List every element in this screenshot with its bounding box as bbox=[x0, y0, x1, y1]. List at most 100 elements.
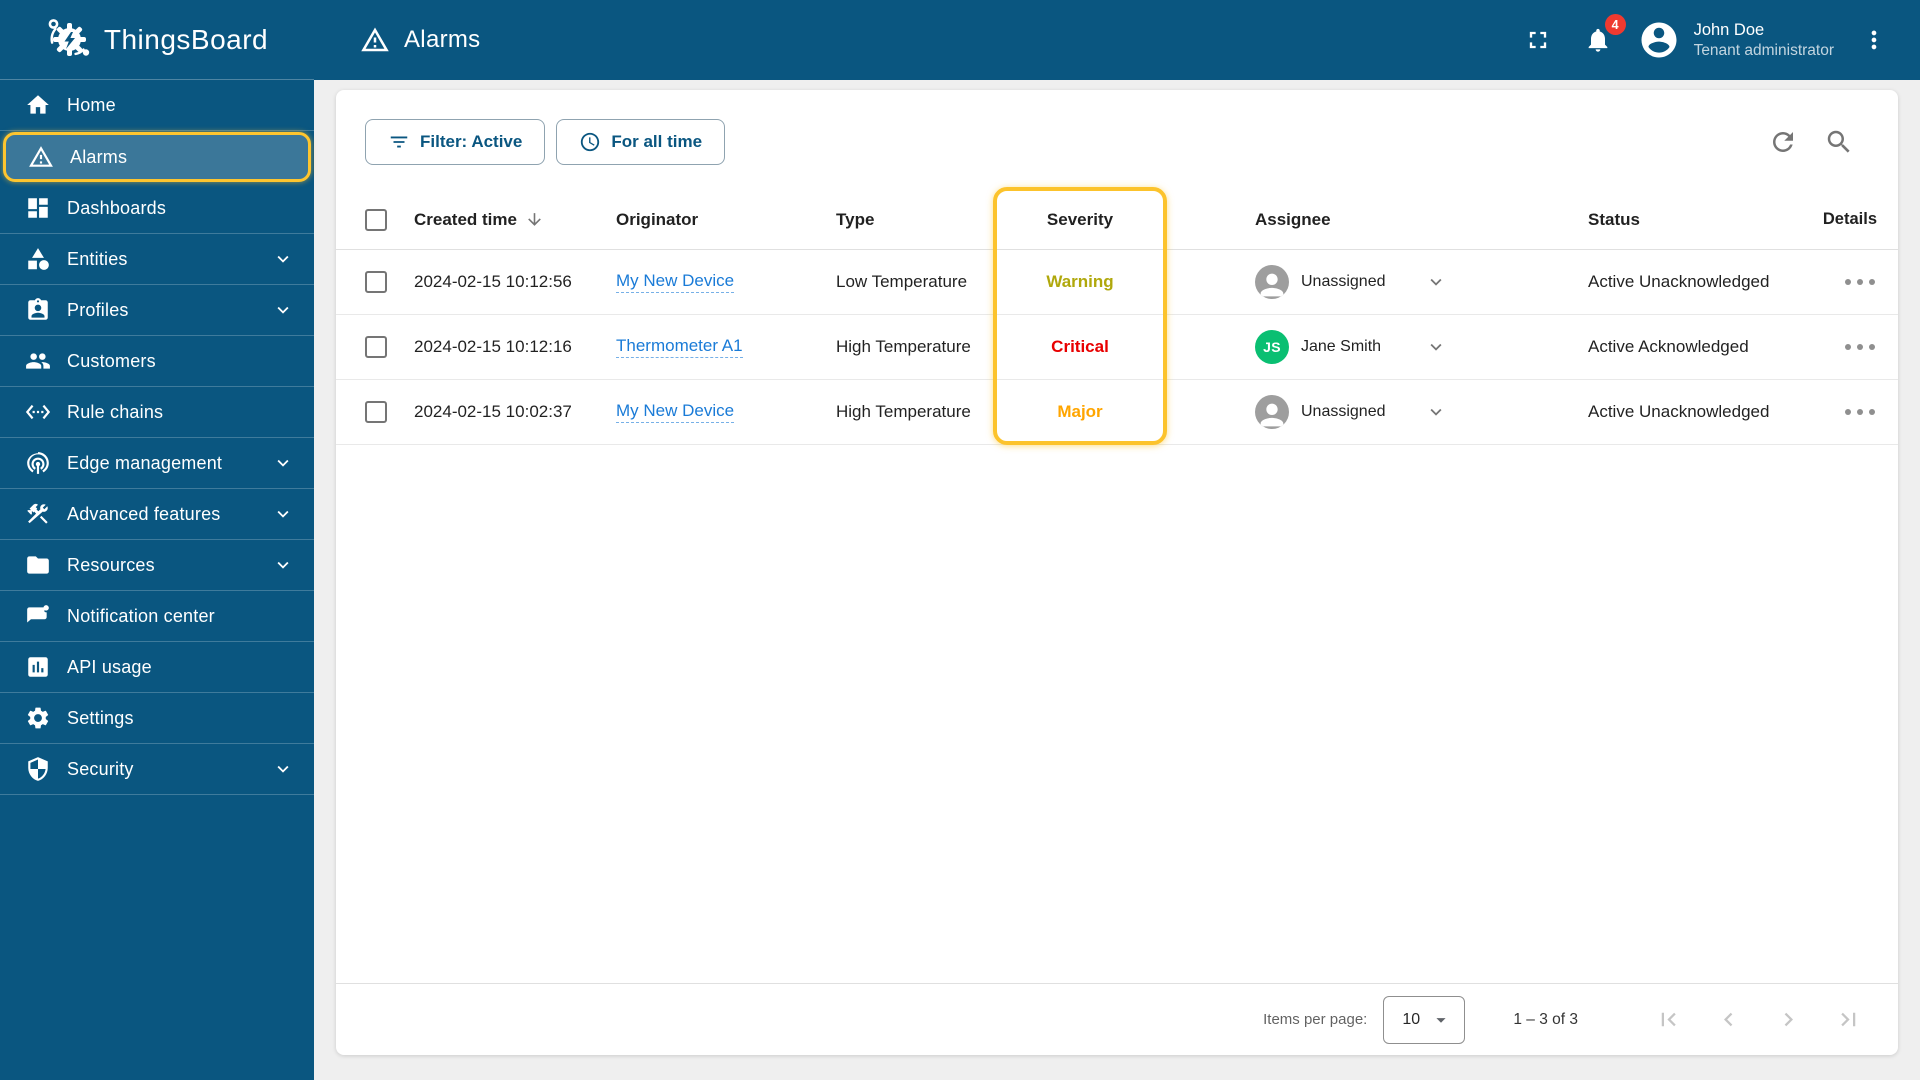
alarm-status: Active Acknowledged bbox=[1588, 337, 1749, 356]
assignee-name: Unassigned bbox=[1301, 273, 1386, 290]
rule-chains-icon bbox=[25, 404, 51, 420]
table-row: 2024-02-15 10:12:16 Thermometer A1 High … bbox=[336, 315, 1898, 380]
first-page-icon bbox=[1661, 1012, 1676, 1027]
thingsboard-app: ThingsBoard Home Alarms Dashboards Entit… bbox=[0, 0, 1920, 1080]
alarm-status: Active Unacknowledged bbox=[1588, 272, 1770, 291]
assignee-avatar: JS bbox=[1255, 330, 1289, 364]
more-menu-button[interactable] bbox=[1854, 20, 1894, 60]
alarm-type: High Temperature bbox=[836, 402, 971, 421]
assignee-avatar bbox=[1255, 395, 1289, 429]
fullscreen-icon bbox=[1529, 31, 1546, 49]
sidebar-item-profiles[interactable]: Profiles bbox=[0, 285, 314, 336]
next-page-button[interactable] bbox=[1766, 998, 1810, 1042]
alarms-table: Created time Originator Type Severity As… bbox=[336, 187, 1898, 445]
filter-button-label: Filter: Active bbox=[420, 132, 523, 151]
person-icon bbox=[1260, 273, 1284, 297]
sidebar-item-resources[interactable]: Resources bbox=[0, 540, 314, 591]
chevron-left-icon bbox=[1723, 1012, 1732, 1027]
alarms-card: Filter: Active For all time Created time… bbox=[336, 90, 1898, 1055]
row-actions-button[interactable] bbox=[1843, 338, 1877, 356]
profiles-icon bbox=[28, 298, 48, 320]
paginator: Items per page: 10 1 – 3 of 3 bbox=[336, 983, 1898, 1055]
table-row: 2024-02-15 10:12:56 My New Device Low Te… bbox=[336, 250, 1898, 315]
originator-link[interactable]: My New Device bbox=[616, 401, 735, 423]
sidebar-item-api-usage[interactable]: API usage bbox=[0, 642, 314, 693]
chevron-down-icon bbox=[277, 255, 289, 263]
chevron-down-icon bbox=[277, 765, 289, 773]
sidebar-item-dashboards[interactable]: Dashboards bbox=[0, 183, 314, 234]
assignee-name: Unassigned bbox=[1301, 403, 1386, 420]
alarm-status: Active Unacknowledged bbox=[1588, 402, 1770, 421]
originator-link[interactable]: My New Device bbox=[616, 271, 735, 293]
refresh-button[interactable] bbox=[1768, 127, 1798, 160]
account-circle-icon bbox=[1641, 22, 1677, 58]
last-page-button[interactable] bbox=[1826, 998, 1870, 1042]
column-header-type[interactable]: Type bbox=[836, 210, 993, 230]
search-icon bbox=[1827, 130, 1850, 153]
sort-desc-icon bbox=[528, 213, 541, 226]
previous-page-button[interactable] bbox=[1706, 998, 1750, 1042]
sidebar-item-home[interactable]: Home bbox=[0, 80, 314, 131]
sidebar-item-security[interactable]: Security bbox=[0, 744, 314, 795]
warning-icon bbox=[361, 27, 389, 52]
sidebar-item-customers[interactable]: Customers bbox=[0, 336, 314, 387]
column-header-originator[interactable]: Originator bbox=[616, 210, 836, 230]
row-checkbox[interactable] bbox=[365, 271, 387, 293]
user-name: John Doe bbox=[1693, 21, 1765, 39]
content-area: Filter: Active For all time Created time… bbox=[314, 80, 1920, 1080]
notifications-button[interactable]: 4 bbox=[1578, 14, 1626, 60]
tools-icon bbox=[27, 503, 48, 524]
row-checkbox[interactable] bbox=[365, 336, 387, 358]
chevron-down-icon bbox=[1430, 408, 1442, 416]
assignee-select[interactable]: Unassigned bbox=[1167, 265, 1588, 299]
sidebar-item-rule-chains[interactable]: Rule chains bbox=[0, 387, 314, 438]
dashboards-icon bbox=[28, 198, 48, 218]
sidebar-item-edge-management[interactable]: Edge management bbox=[0, 438, 314, 489]
chevron-down-icon bbox=[277, 459, 289, 467]
last-page-icon bbox=[1840, 1012, 1855, 1027]
originator-link[interactable]: Thermometer A1 bbox=[616, 336, 743, 358]
column-header-assignee[interactable]: Assignee bbox=[1167, 210, 1588, 230]
alarm-severity: Major bbox=[1057, 402, 1103, 421]
assignee-name: Jane Smith bbox=[1301, 338, 1382, 355]
sidebar-item-alarms[interactable]: Alarms bbox=[3, 132, 311, 182]
page-title-group: Alarms bbox=[360, 25, 480, 55]
sidebar-item-notification-center[interactable]: Notification center bbox=[0, 591, 314, 642]
assignee-select[interactable]: Unassigned bbox=[1167, 395, 1588, 429]
customers-icon bbox=[26, 353, 50, 369]
chevron-down-icon bbox=[1430, 343, 1442, 351]
more-vert-icon bbox=[1871, 30, 1877, 50]
page-size-select[interactable]: 10 bbox=[1383, 995, 1466, 1044]
filter-button[interactable]: Filter: Active bbox=[365, 119, 546, 165]
select-all-checkbox[interactable] bbox=[365, 208, 387, 231]
table-row: 2024-02-15 10:02:37 My New Device High T… bbox=[336, 380, 1898, 445]
home-icon bbox=[27, 95, 49, 114]
column-header-severity[interactable]: Severity bbox=[993, 210, 1167, 230]
bar-chart-icon bbox=[28, 657, 48, 677]
sidebar-item-settings[interactable]: Settings bbox=[0, 693, 314, 744]
time-range-button[interactable]: For all time bbox=[556, 119, 726, 165]
sidebar-item-entities[interactable]: Entities bbox=[0, 234, 314, 285]
column-header-created-time[interactable]: Created time bbox=[414, 210, 616, 230]
page-title: Alarms bbox=[404, 26, 481, 53]
warning-icon bbox=[29, 146, 53, 167]
chevron-down-icon bbox=[277, 510, 289, 518]
assignee-initials: JS bbox=[1263, 339, 1281, 355]
chevron-down-icon bbox=[277, 306, 289, 314]
app-logo[interactable]: ThingsBoard bbox=[0, 0, 314, 80]
row-checkbox[interactable] bbox=[365, 401, 387, 423]
search-button[interactable] bbox=[1824, 127, 1854, 160]
assignee-select[interactable]: JS Jane Smith bbox=[1167, 330, 1588, 364]
column-header-status[interactable]: Status bbox=[1588, 210, 1806, 230]
user-menu[interactable]: John Doe Tenant administrator bbox=[1638, 19, 1834, 61]
person-icon bbox=[1260, 403, 1284, 427]
row-actions-button[interactable] bbox=[1843, 273, 1877, 291]
items-per-page-label: Items per page: bbox=[1263, 1011, 1368, 1028]
topbar: Alarms 4 John Doe Tenant administrator bbox=[314, 0, 1920, 80]
fullscreen-button[interactable] bbox=[1518, 20, 1558, 60]
row-actions-button[interactable] bbox=[1843, 403, 1877, 421]
sidebar-item-advanced-features[interactable]: Advanced features bbox=[0, 489, 314, 540]
first-page-button[interactable] bbox=[1646, 998, 1690, 1042]
chevron-right-icon bbox=[1784, 1012, 1793, 1027]
alarm-severity: Critical bbox=[1051, 337, 1109, 356]
